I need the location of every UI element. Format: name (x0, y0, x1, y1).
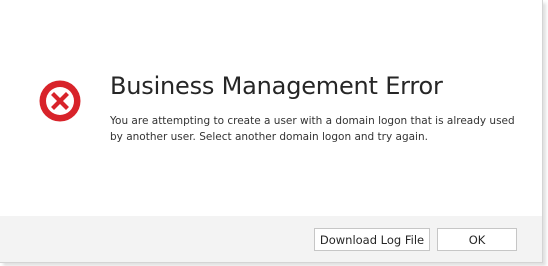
download-log-file-button[interactable]: Download Log File (314, 228, 430, 251)
dialog-content: Business Management Error You are attemp… (0, 0, 542, 216)
error-icon (39, 80, 81, 122)
dialog-footer: Download Log File OK (0, 216, 542, 262)
ok-button[interactable]: OK (437, 228, 517, 251)
error-dialog: Business Management Error You are attemp… (0, 0, 543, 263)
dialog-title: Business Management Error (110, 72, 443, 100)
error-message: You are attempting to create a user with… (110, 115, 515, 143)
